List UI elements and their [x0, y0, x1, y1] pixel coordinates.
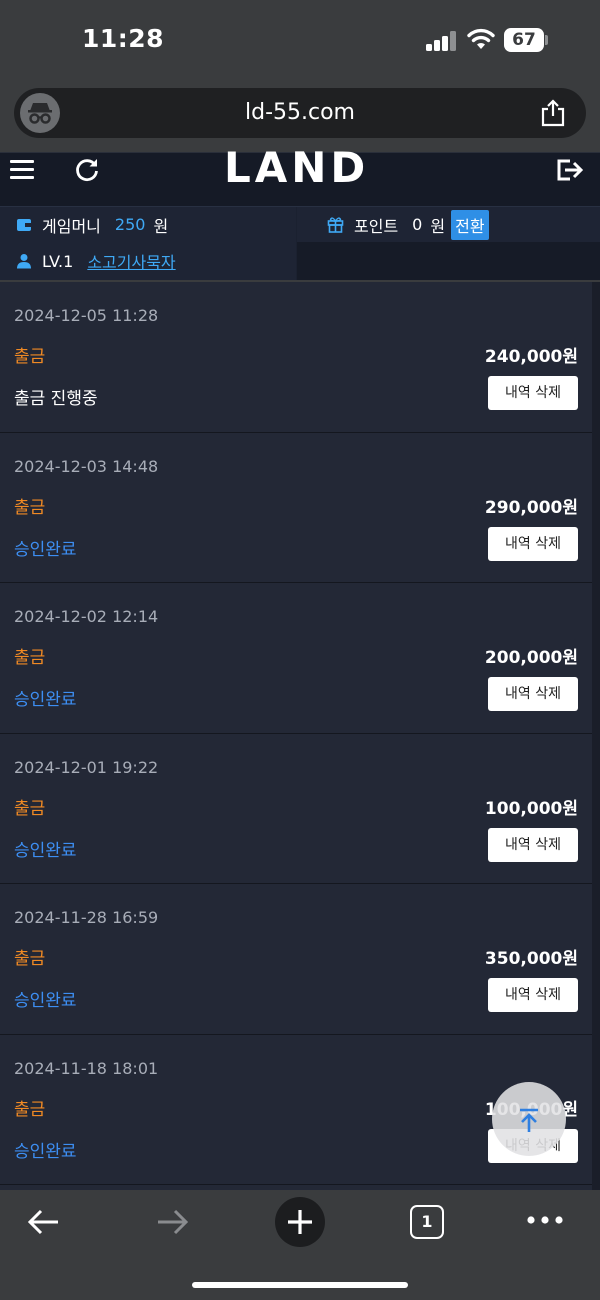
- item-date: 2024-12-01 19:22: [14, 757, 159, 777]
- item-type: 출금: [14, 949, 46, 969]
- wallet-icon: [17, 218, 31, 231]
- refresh-icon[interactable]: [74, 157, 100, 183]
- item-type: 출금: [14, 347, 46, 367]
- user-icon: [17, 254, 31, 269]
- account-info-row: 게임머니 250 원 포인트 0 원 전환: [0, 206, 600, 242]
- cellular-signal-icon: [426, 31, 458, 51]
- user-info-row: LV.1 소고기사묵자: [0, 242, 600, 280]
- item-date: 2024-11-28 16:59: [14, 908, 159, 927]
- points-value: 0: [412, 215, 423, 234]
- more-icon[interactable]: [526, 1214, 564, 1226]
- scrollbar[interactable]: [592, 282, 600, 1190]
- item-amount: 100,000원: [484, 798, 578, 819]
- item-amount: 200,000원: [484, 648, 578, 668]
- item-type: 출금: [14, 497, 46, 518]
- logo-main: LAN: [224, 143, 331, 192]
- hamburger-menu-icon[interactable]: [10, 160, 34, 180]
- list-item: 2024-12-03 14:48 출금 290,000원 승인완료 내역 삭제: [0, 433, 592, 583]
- withdrawal-history-list: 2024-12-05 11:28 출금 240,000원 출금 진행중 내역 삭…: [0, 282, 592, 1190]
- item-status: 승인완료: [14, 690, 77, 710]
- list-item: 2024-11-28 16:59 출금 350,000원 승인완료 내역 삭제: [0, 884, 592, 1035]
- tabs-icon[interactable]: 1: [410, 1205, 444, 1239]
- battery-level: 67: [504, 28, 544, 52]
- item-amount: 240,000원: [484, 347, 578, 367]
- points: 포인트 0 원 전환: [297, 207, 600, 242]
- url-text[interactable]: ld-55.com: [14, 100, 586, 125]
- site-header: LAND: [0, 147, 600, 206]
- convert-button[interactable]: 전환: [451, 209, 489, 240]
- home-indicator: [192, 1282, 408, 1288]
- delete-history-button[interactable]: 내역 삭제: [488, 376, 578, 410]
- logo-accent: D: [330, 143, 370, 192]
- item-type: 출금: [14, 1099, 46, 1120]
- level-label: LV.1: [42, 251, 74, 271]
- game-money-label: 게임머니: [42, 216, 101, 236]
- points-label: 포인트: [354, 216, 399, 236]
- item-date: 2024-12-03 14:48: [14, 456, 159, 476]
- delete-history-button[interactable]: 내역 삭제: [488, 827, 578, 862]
- site-logo[interactable]: LAND: [224, 147, 369, 189]
- item-type: 출금: [14, 648, 46, 668]
- user-level: LV.1 소고기사묵자: [0, 242, 296, 280]
- item-amount: 350,000원: [484, 949, 578, 969]
- item-date: 2024-12-05 11:28: [14, 306, 159, 325]
- item-status: 출금 진행중: [14, 389, 98, 409]
- address-bar[interactable]: ld-55.com: [14, 88, 586, 138]
- item-status: 승인완료: [14, 991, 77, 1011]
- forward-arrow-icon[interactable]: [154, 1200, 190, 1244]
- plus-icon[interactable]: [274, 1196, 326, 1248]
- item-date: 2024-11-18 18:01: [14, 1058, 159, 1078]
- item-status: 승인완료: [14, 539, 77, 560]
- nickname-link[interactable]: 소고기사묵자: [87, 249, 175, 273]
- user-info-empty: [297, 242, 600, 280]
- back-arrow-icon[interactable]: [26, 1200, 62, 1244]
- item-status: 승인완료: [14, 1141, 77, 1162]
- list-item: 2024-12-01 19:22 출금 100,000원 승인완료 내역 삭제: [0, 734, 592, 884]
- share-icon[interactable]: [540, 99, 566, 127]
- game-money-unit: 원: [153, 216, 169, 236]
- delete-history-button[interactable]: 내역 삭제: [488, 526, 578, 561]
- status-time: 11:28: [82, 24, 165, 53]
- item-type: 출금: [14, 798, 46, 819]
- status-bar: 11:28 67: [0, 0, 600, 80]
- logout-icon[interactable]: [556, 157, 584, 183]
- battery-tip: [545, 35, 548, 45]
- delete-history-button[interactable]: 내역 삭제: [488, 978, 578, 1012]
- item-status: 승인완료: [14, 840, 77, 861]
- game-money-value: 250: [114, 215, 146, 234]
- browser-toolbar: 1: [0, 1190, 600, 1300]
- scroll-to-top-button[interactable]: [492, 1082, 566, 1156]
- tab-count: 1: [421, 1212, 433, 1231]
- list-item: 2024-12-05 11:28 출금 240,000원 출금 진행중 내역 삭…: [0, 282, 592, 433]
- arrow-up-icon: [520, 1108, 538, 1132]
- points-unit: 원: [430, 216, 446, 236]
- wifi-icon: [467, 28, 495, 49]
- item-amount: 290,000원: [484, 497, 578, 518]
- list-item: 2024-12-02 12:14 출금 200,000원 승인완료 내역 삭제: [0, 583, 592, 734]
- delete-history-button[interactable]: 내역 삭제: [488, 677, 578, 711]
- item-date: 2024-12-02 12:14: [14, 607, 159, 626]
- game-money: 게임머니 250 원: [0, 207, 296, 242]
- gift-icon: [327, 217, 344, 233]
